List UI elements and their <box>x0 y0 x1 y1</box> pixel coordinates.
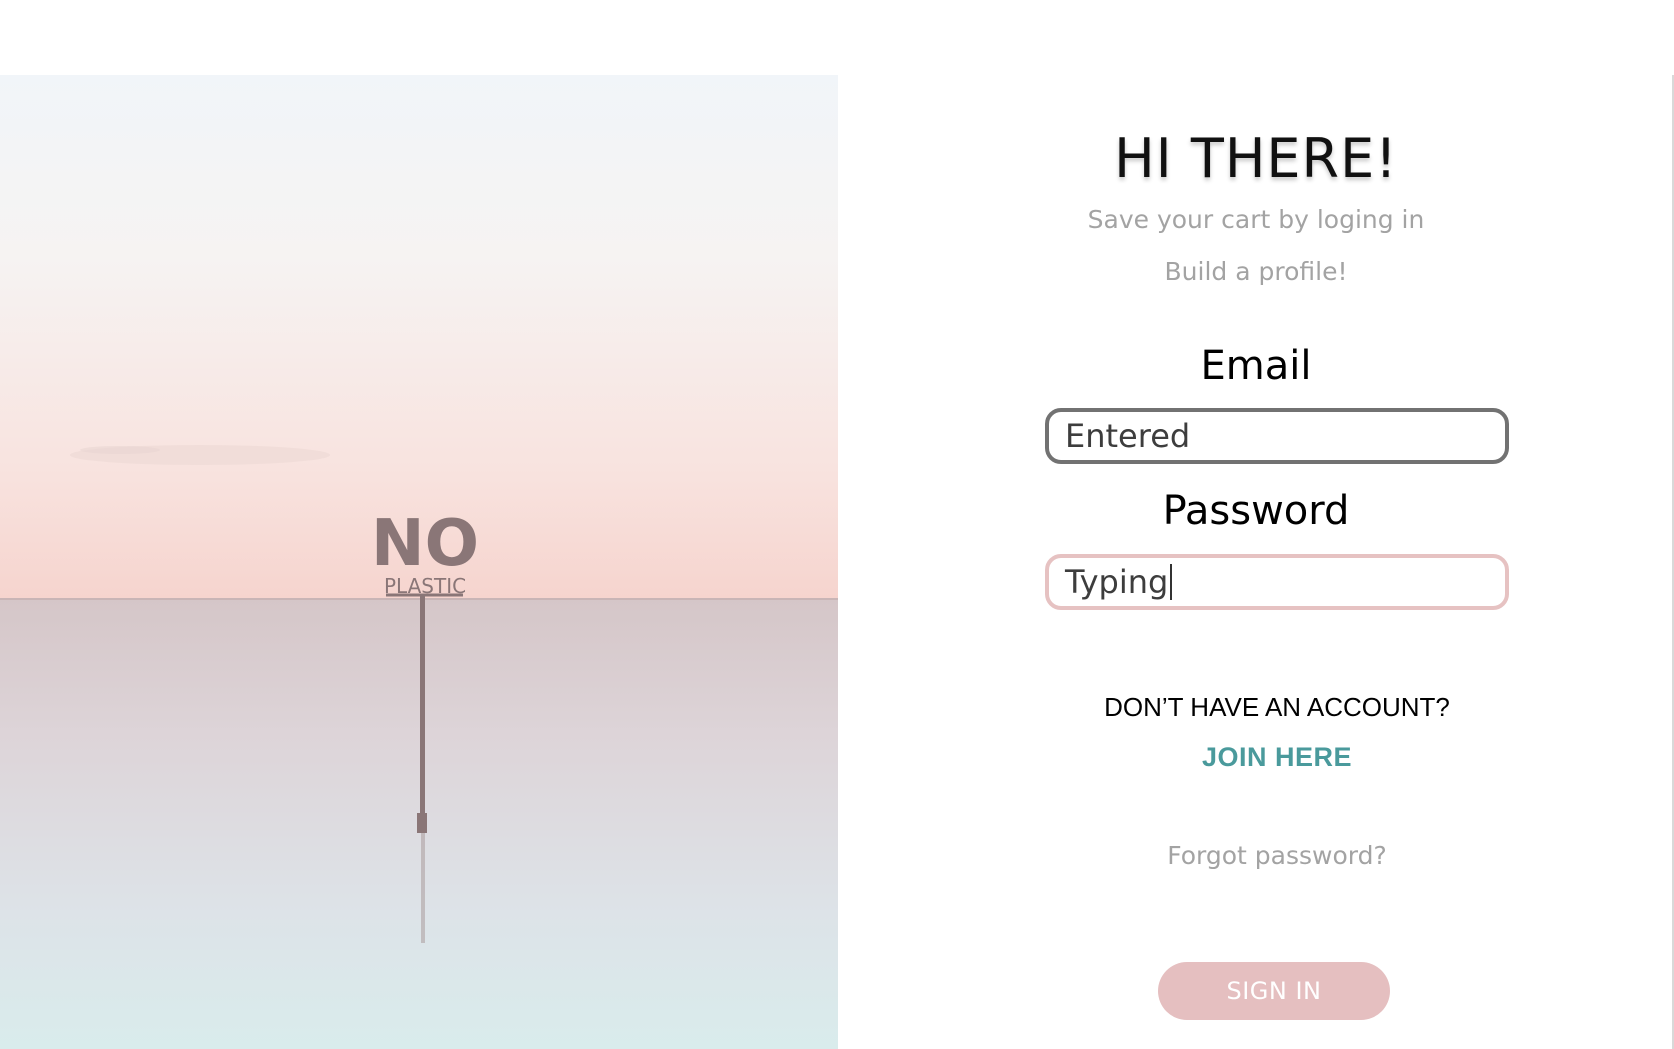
sign-in-button[interactable]: SIGN IN <box>1158 962 1390 1020</box>
sign-plastic-text: PLASTIC <box>384 574 466 598</box>
email-label: Email <box>1200 343 1312 389</box>
password-field-value: Typing <box>1065 563 1169 601</box>
text-caret <box>1170 564 1173 600</box>
no-account-text: DON’T HAVE AN ACCOUNT? <box>1104 692 1450 722</box>
top-bar <box>0 0 1674 75</box>
login-panel: HI THERE! Save your cart by loging in Bu… <box>838 75 1674 1049</box>
forgot-password-link[interactable]: Forgot password? <box>1045 841 1509 870</box>
email-field[interactable] <box>1045 408 1509 464</box>
join-here-link[interactable]: JOIN HERE <box>1045 742 1509 773</box>
password-field[interactable]: Typing <box>1045 554 1509 610</box>
login-page: NO PLASTIC HI THERE! Save your cart by l… <box>0 0 1674 1049</box>
hero-image: NO PLASTIC <box>0 75 838 1049</box>
page-title: HI THERE! <box>1114 127 1398 190</box>
subtitle-build-profile: Build a profile! <box>1164 257 1348 286</box>
password-label: Password <box>1162 488 1350 534</box>
subtitle-save-cart: Save your cart by loging in <box>1087 205 1425 234</box>
sign-no-text: NO <box>371 507 479 581</box>
